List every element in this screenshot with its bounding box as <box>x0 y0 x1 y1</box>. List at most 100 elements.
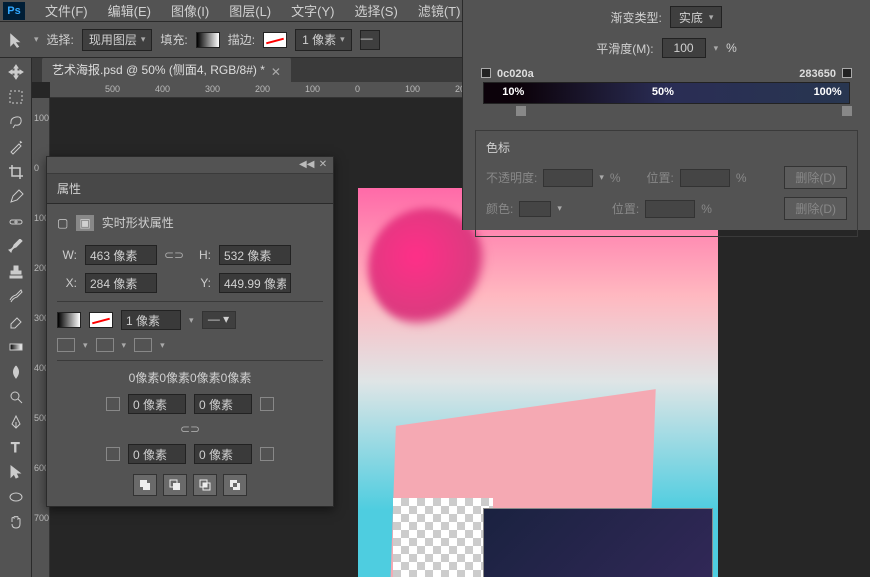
width-input[interactable] <box>85 245 157 265</box>
corner-br-input[interactable] <box>194 444 252 464</box>
gradient-stop-pct-2: 50% <box>652 86 674 98</box>
color-stop-3[interactable] <box>842 106 852 116</box>
menu-image[interactable]: 图像(I) <box>161 1 219 20</box>
color-well[interactable] <box>519 201 551 217</box>
history-brush-tool[interactable] <box>4 285 28 309</box>
live-shape-icon: ▣ <box>76 215 93 231</box>
ps-logo[interactable]: Ps <box>3 2 25 20</box>
opacity-position-input[interactable] <box>680 169 730 187</box>
marquee-tool[interactable] <box>4 85 28 109</box>
corner-tl-icon[interactable] <box>106 397 120 411</box>
corner-bl-icon[interactable] <box>106 447 120 461</box>
link-corners-icon[interactable]: ⊂⊃ <box>181 420 199 438</box>
stroke-style-dropdown[interactable]: — ▾ <box>202 311 236 329</box>
document-title: 艺术海报.psd @ 50% (侧面4, RGB/8#) * <box>52 61 265 78</box>
select-label: 选择: <box>47 31 74 48</box>
corner-summary: 0像素0像素0像素0像素 <box>57 369 323 386</box>
opacity-stop-right[interactable] <box>842 68 852 78</box>
fill-label: 填充: <box>160 31 187 48</box>
join-icon[interactable] <box>134 338 152 352</box>
gradient-type-dropdown[interactable]: 实底▾ <box>670 6 723 28</box>
close-tab-icon[interactable]: ✕ <box>271 65 281 75</box>
corner-tr-icon[interactable] <box>260 397 274 411</box>
fill-swatch[interactable] <box>196 32 220 48</box>
cap-icon[interactable] <box>96 338 114 352</box>
menu-file[interactable]: 文件(F) <box>35 1 98 20</box>
move-tool-icon[interactable] <box>8 31 26 49</box>
color-position-input[interactable] <box>645 200 695 218</box>
type-tool[interactable]: T <box>4 435 28 459</box>
stops-group-title: 色标 <box>486 139 847 156</box>
pathop-exclude[interactable] <box>223 474 247 496</box>
right-color-hex: 283650 <box>799 68 836 80</box>
eraser-tool[interactable] <box>4 310 28 334</box>
opacity-position-label: 位置: <box>647 169 674 186</box>
smoothness-input[interactable] <box>662 38 706 58</box>
magic-wand-tool[interactable] <box>4 135 28 159</box>
x-input[interactable] <box>85 273 157 293</box>
dodge-tool[interactable] <box>4 385 28 409</box>
opacity-stop-left[interactable] <box>481 68 491 78</box>
stroke-dropdown[interactable]: ▾ <box>189 315 194 326</box>
pathop-unite[interactable] <box>133 474 157 496</box>
menu-layer[interactable]: 图层(L) <box>219 1 281 20</box>
color-position-label: 位置: <box>612 200 639 217</box>
toolbar: T <box>0 58 32 577</box>
opacity-delete-button[interactable]: 删除(D) <box>784 166 847 189</box>
svg-text:T: T <box>11 439 20 455</box>
panel-close-icon[interactable]: ✕ <box>317 159 329 171</box>
stroke-type-dropdown[interactable]: — <box>360 30 380 50</box>
document-tab[interactable]: 艺术海报.psd @ 50% (侧面4, RGB/8#) * ✕ <box>42 58 291 82</box>
corner-tr-input[interactable] <box>194 394 252 414</box>
healing-tool[interactable] <box>4 210 28 234</box>
corner-bl-input[interactable] <box>128 444 186 464</box>
width-label: W: <box>57 248 77 262</box>
properties-panel: ◀◀ ✕ 属性 ▢ ▣ 实时形状属性 W: ⊂⊃ H: X: Y: ▾ <box>46 156 334 507</box>
opacity-input[interactable] <box>543 169 593 187</box>
stroke-width-props[interactable] <box>121 310 181 330</box>
eyedropper-tool[interactable] <box>4 185 28 209</box>
stamp-tool[interactable] <box>4 260 28 284</box>
menu-type[interactable]: 文字(Y) <box>281 1 344 20</box>
move-tool[interactable] <box>4 60 28 84</box>
pen-tool[interactable] <box>4 410 28 434</box>
link-wh-icon[interactable]: ⊂⊃ <box>165 246 183 264</box>
stroke-width-input[interactable]: 1 像素▾ <box>295 29 352 51</box>
pathop-subtract[interactable] <box>163 474 187 496</box>
corner-tl-input[interactable] <box>128 394 186 414</box>
height-input[interactable] <box>219 245 291 265</box>
smoothness-dropdown[interactable]: ▾ <box>714 43 719 54</box>
brush-tool[interactable] <box>4 235 28 259</box>
stroke-swatch-props[interactable] <box>89 312 113 328</box>
panel-collapse-icon[interactable]: ◀◀ <box>299 159 311 171</box>
y-input[interactable] <box>219 273 291 293</box>
hand-tool[interactable] <box>4 510 28 534</box>
gradient-tool[interactable] <box>4 335 28 359</box>
gradient-stop-pct-3: 100% <box>814 86 842 98</box>
properties-title: 实时形状属性 <box>102 214 174 231</box>
menu-edit[interactable]: 编辑(E) <box>98 1 161 20</box>
color-stop-1[interactable] <box>516 106 526 116</box>
fill-swatch-props[interactable] <box>57 312 81 328</box>
corner-br-icon[interactable] <box>260 447 274 461</box>
y-label: Y: <box>191 276 211 290</box>
blur-tool[interactable] <box>4 360 28 384</box>
opacity-label: 不透明度: <box>486 169 537 186</box>
stroke-swatch[interactable] <box>263 32 287 48</box>
path-select-tool[interactable] <box>4 460 28 484</box>
color-delete-button[interactable]: 删除(D) <box>784 197 847 220</box>
shape-tool[interactable] <box>4 485 28 509</box>
select-layer-dropdown[interactable]: 现用图层▾ <box>82 29 153 51</box>
gradient-bar[interactable]: 10% 50% 100% <box>483 82 850 104</box>
pathop-intersect[interactable] <box>193 474 217 496</box>
gradient-type-label: 渐变类型: <box>611 9 662 26</box>
menu-select[interactable]: 选择(S) <box>344 1 407 20</box>
align-inside-icon[interactable] <box>57 338 75 352</box>
lasso-tool[interactable] <box>4 110 28 134</box>
stops-group: 色标 不透明度: ▾ % 位置: % 删除(D) 颜色: ▾ 位置: % 删除(… <box>475 130 858 237</box>
height-label: H: <box>191 248 211 262</box>
crop-tool[interactable] <box>4 160 28 184</box>
tool-preset-dropdown[interactable]: ▾ <box>34 34 39 45</box>
canvas-artwork <box>358 188 718 577</box>
properties-tab[interactable]: 属性 <box>47 174 333 204</box>
